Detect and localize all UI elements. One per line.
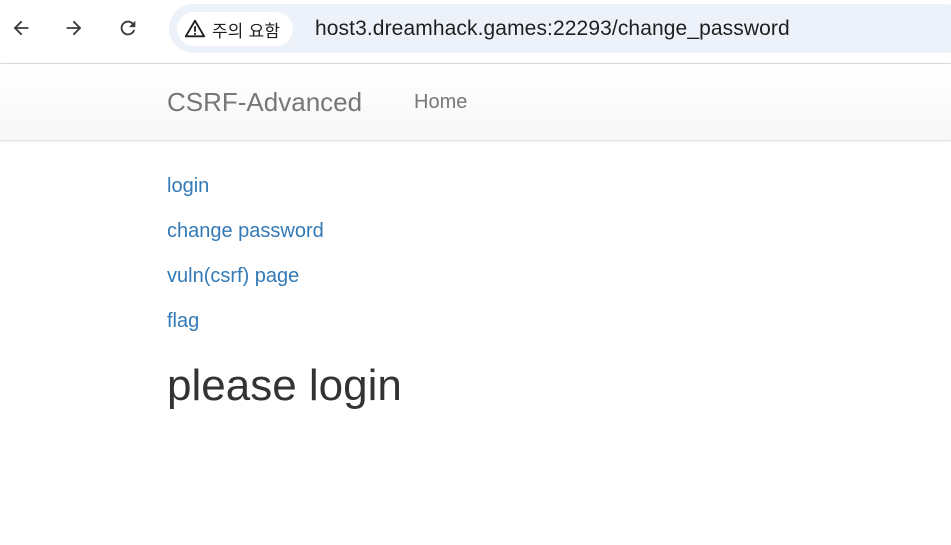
- security-indicator[interactable]: 주의 요함: [177, 12, 293, 46]
- back-button[interactable]: [5, 12, 37, 44]
- nav-home-link[interactable]: Home: [414, 64, 467, 140]
- list-item: login: [167, 168, 402, 213]
- page-heading: please login: [167, 361, 402, 410]
- site-navbar: CSRF-Advanced Home: [0, 64, 951, 141]
- arrow-left-icon: [13, 20, 29, 36]
- browser-toolbar: 주의 요함 host3.dreamhack.games:22293/change…: [0, 0, 951, 64]
- list-item: flag: [167, 303, 402, 348]
- arrow-right-icon: [66, 20, 82, 36]
- reload-button[interactable]: [112, 12, 144, 44]
- reload-icon: [120, 20, 136, 36]
- link-list: login change password vuln(csrf) page fl…: [167, 168, 402, 348]
- warning-triangle-icon: [184, 19, 206, 38]
- forward-button[interactable]: [58, 12, 90, 44]
- main-content: login change password vuln(csrf) page fl…: [167, 168, 402, 416]
- list-item: vuln(csrf) page: [167, 258, 402, 303]
- list-item: change password: [167, 213, 402, 258]
- vuln-csrf-page-link[interactable]: vuln(csrf) page: [167, 258, 299, 294]
- security-label: 주의 요함: [212, 21, 280, 42]
- change-password-link[interactable]: change password: [167, 213, 324, 249]
- url-text[interactable]: host3.dreamhack.games:22293/change_passw…: [315, 4, 790, 53]
- login-link[interactable]: login: [167, 168, 209, 204]
- brand-link[interactable]: CSRF-Advanced: [167, 64, 362, 140]
- address-bar[interactable]: 주의 요함 host3.dreamhack.games:22293/change…: [169, 4, 951, 53]
- flag-link[interactable]: flag: [167, 303, 199, 339]
